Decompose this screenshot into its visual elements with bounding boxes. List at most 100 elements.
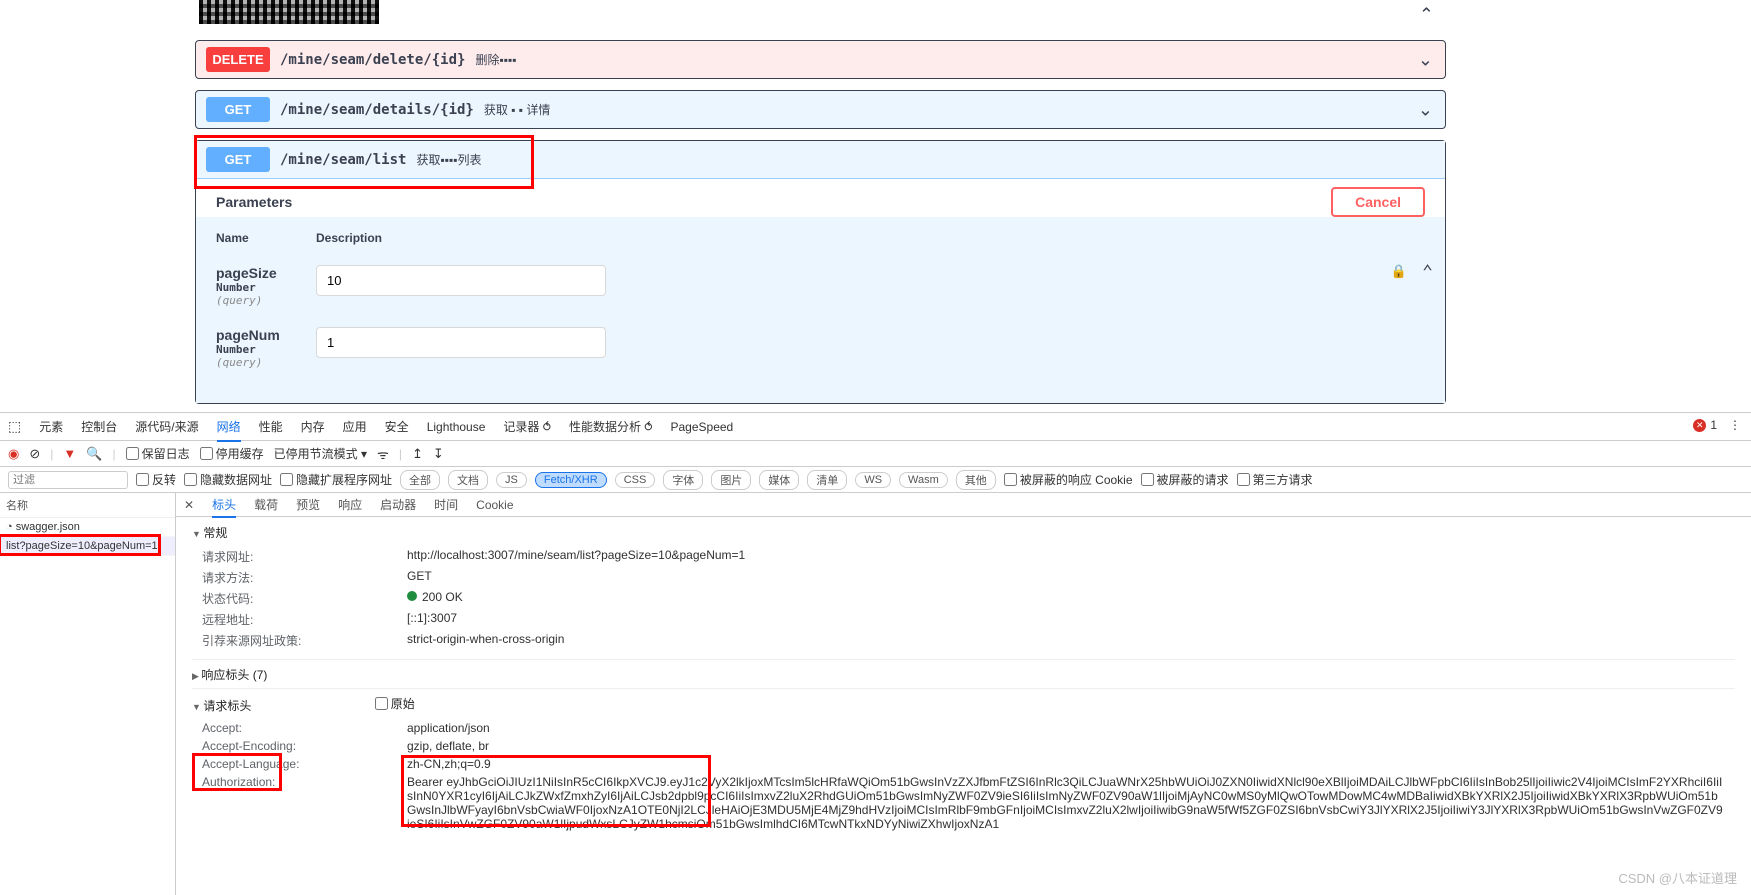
filter-icon[interactable]: ▼ [63, 446, 76, 461]
request-item-swagger[interactable]: ◔ swagger.json [0, 518, 175, 537]
third-party-checkbox[interactable]: 第三方请求 [1237, 471, 1313, 488]
tab-headers[interactable]: 标头 [212, 496, 236, 518]
upload-icon[interactable]: ↥ [412, 446, 423, 462]
section-response-headers[interactable]: 响应标头 (7) [192, 659, 1735, 688]
tab-timing[interactable]: 时间 [434, 496, 458, 513]
k-authorization: Authorization: [202, 775, 407, 831]
hide-ext-checkbox[interactable]: 隐藏扩展程序网址 [280, 471, 392, 488]
chevron-up-icon[interactable]: ⌃ [1422, 262, 1433, 283]
tab-pagespeed[interactable]: PageSpeed [671, 420, 734, 434]
network-filter-bar: 反转 隐藏数据网址 隐藏扩展程序网址 全部 文档 JS Fetch/XHR CS… [0, 467, 1751, 493]
raw-checkbox[interactable]: 原始 [375, 695, 415, 712]
v-accept-language: zh-CN,zh;q=0.9 [407, 757, 1725, 771]
type-ws[interactable]: WS [855, 472, 891, 488]
close-detail-icon[interactable]: ✕ [184, 498, 194, 512]
disable-cache-checkbox[interactable]: 停用缓存 [200, 445, 264, 462]
type-media[interactable]: 媒体 [759, 470, 799, 490]
throttle-select[interactable]: 已停用节流模式 ▾ [274, 445, 367, 462]
k-referrer: 引荐来源网址政策: [202, 632, 407, 649]
type-img[interactable]: 图片 [711, 470, 751, 490]
column-name[interactable]: 名称 [0, 493, 175, 518]
section-general[interactable]: 常规 [192, 519, 1735, 546]
th-name: Name [216, 231, 316, 245]
endpoint-get-details[interactable]: GET /mine/seam/details/{id} 获取 ▪ ▪ 详情 ⌄ [195, 90, 1446, 129]
tab-sources[interactable]: 源代码/来源 [135, 418, 198, 435]
type-other[interactable]: 其他 [956, 470, 996, 490]
request-list: 名称 ◔ swagger.json list?pageSize=10&pageN… [0, 493, 176, 895]
blocked-cookies-checkbox[interactable]: 被屏蔽的响应 Cookie [1004, 471, 1133, 488]
tab-application[interactable]: 应用 [343, 418, 367, 435]
k-accept: Accept: [202, 721, 407, 735]
search-icon[interactable]: 🔍 [86, 446, 102, 462]
tab-memory[interactable]: 内存 [301, 418, 325, 435]
tab-lighthouse[interactable]: Lighthouse [427, 420, 486, 434]
preserve-log-checkbox[interactable]: 保留日志 [126, 445, 190, 462]
param-name: pageSize [216, 265, 316, 281]
lock-icon[interactable]: 🔒 [1391, 265, 1407, 280]
param-row-pagenum: pageNum Number (query) [216, 327, 1425, 369]
type-css[interactable]: CSS [615, 472, 656, 488]
tab-recorder[interactable]: 记录器 ⥀ [503, 418, 551, 435]
v-accept: application/json [407, 721, 1725, 735]
cancel-button[interactable]: Cancel [1331, 187, 1425, 217]
chevron-up-icon[interactable]: ⌃ [1419, 5, 1434, 26]
method-badge-delete: DELETE [206, 47, 270, 72]
tab-network[interactable]: 网络 [217, 418, 241, 442]
chevron-down-icon[interactable]: ⌄ [1418, 49, 1433, 70]
blocked-req-checkbox[interactable]: 被屏蔽的请求 [1141, 471, 1229, 488]
error-count-badge[interactable]: ✕1⋮ [1693, 418, 1741, 432]
type-all[interactable]: 全部 [400, 470, 440, 490]
tab-console[interactable]: 控制台 [81, 418, 117, 435]
chevron-down-icon[interactable]: ⌄ [1418, 99, 1433, 120]
parameters-table: Name Description pageSize Number (query)… [196, 217, 1445, 403]
tab-elements[interactable]: 元素 [39, 418, 63, 435]
endpoint-path: /mine/seam/delete/{id} [280, 52, 465, 68]
request-item-list[interactable]: list?pageSize=10&pageNum=1 [0, 537, 175, 556]
type-js[interactable]: JS [496, 472, 527, 488]
section-title-pixelated [199, 0, 379, 24]
endpoint-delete[interactable]: DELETE /mine/seam/delete/{id} 删除▪▪▪▪ ⌄ [195, 40, 1446, 79]
endpoint-row[interactable]: GET /mine/seam/list 获取▪▪▪▪列表 🔒 ⌃ [196, 141, 1445, 178]
method-badge-get: GET [206, 147, 270, 172]
v-remote: [::1]:3007 [407, 611, 1725, 628]
download-icon[interactable]: ↧ [433, 446, 444, 462]
type-wasm[interactable]: Wasm [899, 472, 948, 488]
tab-initiator[interactable]: 启动器 [380, 496, 416, 513]
tab-cookies[interactable]: Cookie [476, 498, 513, 512]
tab-preview[interactable]: 预览 [296, 496, 320, 513]
param-input-pagenum[interactable] [316, 327, 606, 358]
tab-security[interactable]: 安全 [385, 418, 409, 435]
k-accept-encoding: Accept-Encoding: [202, 739, 407, 753]
type-doc[interactable]: 文档 [448, 470, 488, 490]
type-fetch[interactable]: Fetch/XHR [535, 472, 607, 488]
endpoint-get-list: GET /mine/seam/list 获取▪▪▪▪列表 🔒 ⌃ Paramet… [195, 140, 1446, 404]
request-detail: ✕ 标头 载荷 预览 响应 启动器 时间 Cookie 常规 请求网址:http… [176, 493, 1751, 895]
v-authorization: Bearer eyJhbGciOiJIUzI1NiIsInR5cCI6IkpXV… [407, 775, 1725, 831]
tab-response[interactable]: 响应 [338, 496, 362, 513]
inspect-icon[interactable]: ⬚ [8, 418, 21, 435]
param-location: (query) [216, 356, 316, 369]
wifi-icon[interactable]: ᯤ [377, 445, 389, 463]
endpoint-desc: 获取 ▪ ▪ 详情 [484, 101, 551, 118]
endpoint-path: /mine/seam/details/{id} [280, 102, 474, 118]
k-url: 请求网址: [202, 548, 407, 565]
hide-data-checkbox[interactable]: 隐藏数据网址 [184, 471, 272, 488]
tab-performance[interactable]: 性能 [259, 418, 283, 435]
type-manifest[interactable]: 清单 [807, 470, 847, 490]
clear-icon[interactable]: ⊘ [29, 446, 40, 462]
type-font[interactable]: 字体 [663, 470, 703, 490]
section-header[interactable]: ⌃ [195, 0, 1446, 30]
v-status: 200 OK [407, 590, 1725, 607]
param-input-pagesize[interactable] [316, 265, 606, 296]
record-icon[interactable]: ◉ [8, 446, 19, 462]
method-badge-get: GET [206, 97, 270, 122]
invert-checkbox[interactable]: 反转 [136, 471, 176, 488]
param-name: pageNum [216, 327, 316, 343]
section-request-headers[interactable]: 请求标头 原始 [192, 688, 1735, 719]
k-accept-language: Accept-Language: [202, 757, 407, 771]
devtools-panel: ⬚ 元素 控制台 源代码/来源 网络 性能 内存 应用 安全 Lighthous… [0, 412, 1751, 895]
filter-input[interactable] [8, 471, 128, 489]
parameters-header: Parameters Cancel [196, 178, 1445, 217]
tab-payload[interactable]: 载荷 [254, 496, 278, 513]
tab-perf-insights[interactable]: 性能数据分析 ⥀ [569, 418, 653, 435]
